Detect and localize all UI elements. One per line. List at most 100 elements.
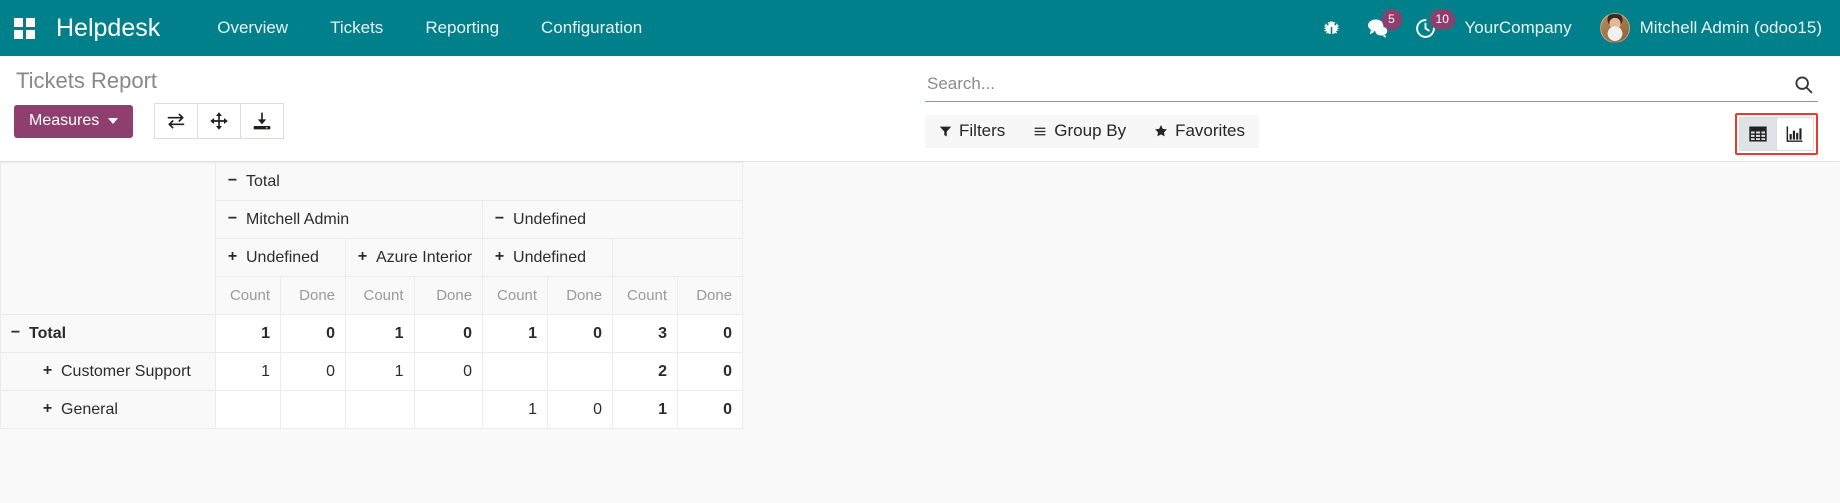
page-title: Tickets Report	[16, 68, 158, 93]
col-toggle-icon: −	[227, 209, 238, 227]
pivot-table-head: − Total − Mitchell Admin − Undefined + Undef…	[0, 162, 744, 315]
measure-header[interactable]: Count	[482, 276, 549, 315]
table-cell[interactable]: 0	[413, 314, 484, 353]
table-cell[interactable]: 0	[280, 352, 346, 391]
table-icon	[1749, 126, 1767, 142]
table-cell[interactable]: 0	[677, 390, 744, 429]
table-cell[interactable]: 2	[612, 352, 679, 391]
view-switcher	[1739, 117, 1814, 151]
col-toggle-icon: +	[494, 247, 505, 265]
col-header-label: Azure Interior	[376, 248, 473, 266]
table-cell[interactable]: 1	[345, 352, 415, 391]
top-navbar: Helpdesk Overview Tickets Reporting Conf…	[0, 0, 1840, 56]
table-cell[interactable]: 1	[482, 390, 549, 429]
favorites-label: Favorites	[1175, 121, 1246, 140]
filter-icon	[939, 125, 952, 138]
pivot-icon-buttons	[154, 103, 285, 139]
debug-menu-button[interactable]	[1309, 0, 1354, 56]
messages-button[interactable]: 5	[1354, 0, 1402, 56]
pivot-toolbar: Measures	[14, 103, 925, 139]
control-panel-left: Tickets Report Measures	[0, 56, 925, 139]
col-toggle-icon: −	[227, 171, 238, 189]
table-cell[interactable]: 0	[677, 352, 744, 391]
bug-icon	[1323, 20, 1339, 34]
search-button[interactable]	[1785, 74, 1818, 97]
table-cell[interactable]: 1	[215, 314, 281, 353]
app-brand-helpdesk[interactable]: Helpdesk	[56, 14, 160, 43]
row-header-customer-support[interactable]: + Customer Support	[0, 352, 216, 391]
download-icon	[253, 112, 271, 130]
messages-counter: 5	[1381, 9, 1402, 30]
systray: 5 10 YourCompany Mitchell Admin (odoo15)	[1309, 0, 1840, 56]
user-menu-label: Mitchell Admin (odoo15)	[1639, 18, 1822, 37]
group-by-label: Group By	[1054, 121, 1127, 140]
table-cell[interactable]: 0	[547, 314, 614, 353]
nav-item-tickets[interactable]: Tickets	[309, 0, 404, 56]
table-cell[interactable]: 3	[612, 314, 679, 353]
user-menu-button[interactable]: Mitchell Admin (odoo15)	[1588, 13, 1822, 43]
col-header-undefined-partner-2[interactable]: + Undefined	[482, 238, 614, 277]
col-header-undefined-partner-1[interactable]: + Undefined	[215, 238, 346, 277]
table-cell[interactable]	[547, 352, 614, 391]
filters-dropdown[interactable]: Filters	[925, 115, 1019, 148]
chevron-down-icon	[108, 117, 119, 124]
flip-axis-button[interactable]	[154, 103, 199, 139]
expand-all-icon	[210, 112, 228, 130]
col-header-label: Undefined	[246, 248, 319, 266]
table-cell[interactable]: 1	[482, 314, 549, 353]
measures-button[interactable]: Measures	[14, 104, 134, 138]
company-switcher[interactable]: YourCompany	[1449, 0, 1588, 56]
measure-header[interactable]: Count	[612, 276, 679, 315]
apps-menu-button[interactable]	[0, 0, 48, 56]
table-cell[interactable]: 1	[215, 352, 281, 391]
measures-button-label: Measures	[29, 111, 100, 129]
col-header-label: Mitchell Admin	[246, 210, 350, 228]
table-cell[interactable]: 1	[612, 390, 679, 429]
expand-all-button[interactable]	[197, 103, 242, 139]
col-header-azure-interior[interactable]: + Azure Interior	[344, 238, 484, 277]
row-header-general[interactable]: + General	[0, 390, 216, 429]
row-header-label: General	[61, 400, 118, 418]
pivot-table: − Total − Mitchell Admin − Undefined + Undef…	[0, 162, 744, 429]
col-toggle-icon: −	[494, 209, 505, 227]
row-header-total[interactable]: − Total	[0, 314, 216, 353]
favorites-dropdown[interactable]: Favorites	[1140, 115, 1259, 148]
col-header-mitchell-admin[interactable]: − Mitchell Admin	[214, 200, 484, 239]
table-cell[interactable]	[482, 352, 549, 391]
col-header-total-spacer	[612, 238, 744, 277]
nav-item-overview[interactable]: Overview	[196, 0, 309, 56]
star-icon	[1154, 124, 1168, 138]
table-cell[interactable]: 0	[547, 390, 614, 429]
table-cell[interactable]: 0	[677, 314, 744, 353]
col-header-total[interactable]: − Total	[214, 162, 744, 201]
table-cell[interactable]	[280, 390, 346, 429]
view-switcher-highlight	[1735, 113, 1818, 155]
col-header-label: Undefined	[513, 210, 586, 228]
nav-item-configuration[interactable]: Configuration	[520, 0, 663, 56]
table-cell[interactable]	[413, 390, 484, 429]
apps-grid-icon	[13, 17, 35, 39]
table-cell[interactable]: 1	[345, 314, 415, 353]
activities-button[interactable]: 10	[1402, 0, 1455, 56]
control-panel: Tickets Report Measures Search... Filter…	[0, 56, 1840, 162]
table-cell[interactable]: 0	[280, 314, 346, 353]
measure-header[interactable]: Done	[677, 276, 744, 315]
measure-header[interactable]: Done	[280, 276, 346, 315]
download-xlsx-button[interactable]	[240, 103, 285, 139]
pivot-view-button[interactable]	[1739, 117, 1777, 151]
table-cell[interactable]	[215, 390, 281, 429]
col-header-undefined-user[interactable]: − Undefined	[482, 200, 744, 239]
table-cell[interactable]	[345, 390, 415, 429]
graph-view-button[interactable]	[1776, 117, 1814, 151]
pivot-corner-cell	[0, 162, 216, 315]
measure-header[interactable]: Done	[547, 276, 614, 315]
measure-header[interactable]: Count	[215, 276, 281, 315]
nav-item-reporting[interactable]: Reporting	[404, 0, 520, 56]
group-by-dropdown[interactable]: Group By	[1019, 115, 1140, 148]
table-cell[interactable]: 0	[413, 352, 484, 391]
activities-counter: 10	[1429, 9, 1455, 30]
measure-header[interactable]: Done	[413, 276, 484, 315]
search-input[interactable]	[925, 72, 1785, 98]
filters-label: Filters	[959, 121, 1006, 140]
measure-header[interactable]: Count	[345, 276, 415, 315]
